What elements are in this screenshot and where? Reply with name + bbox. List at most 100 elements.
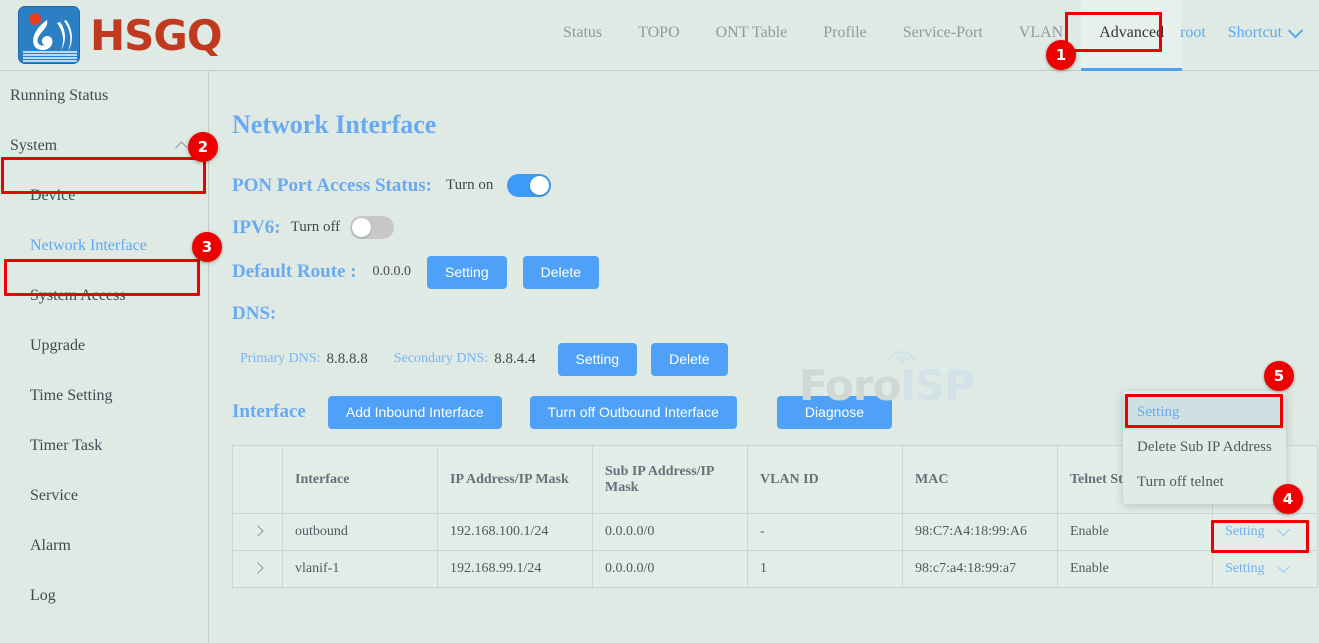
default-route-row: Default Route : 0.0.0.0 Setting Delete: [232, 256, 599, 289]
default-route-value: 0.0.0.0: [373, 264, 412, 280]
main-content: Network Interface PON Port Access Status…: [210, 71, 1319, 643]
annotation-badge-5: 5: [1264, 361, 1294, 391]
logo-swoosh-icon: [27, 19, 73, 53]
ipv6-state-text: Turn off: [291, 219, 341, 236]
pon-state-text: Turn on: [446, 177, 493, 194]
application-window: HSGQ Status TOPO ONT Table Profile Servi…: [0, 0, 1319, 643]
add-inbound-interface-button[interactable]: Add Inbound Interface: [328, 396, 502, 429]
cell-telnet-status: Enable: [1058, 551, 1213, 588]
table-col-expander: [233, 446, 283, 514]
sidebar-item-device[interactable]: Device: [0, 171, 208, 221]
sidebar-item-log[interactable]: Log: [0, 571, 208, 621]
annotation-badge-4: 4: [1273, 484, 1303, 514]
sidebar-item-system[interactable]: System: [0, 121, 208, 171]
toggle-knob-icon: [530, 176, 549, 195]
annotation-badge-3: 3: [192, 232, 222, 262]
dropdown-item-setting[interactable]: Setting: [1123, 395, 1286, 430]
cell-vlan-id: 1: [748, 551, 903, 588]
cell-actions[interactable]: Setting: [1213, 514, 1318, 551]
row-setting-dropdown-trigger[interactable]: Setting: [1225, 561, 1305, 577]
row-setting-label: Setting: [1225, 524, 1265, 540]
sidebar-item-timer-task[interactable]: Timer Task: [0, 421, 208, 471]
chevron-down-icon: [1277, 523, 1290, 536]
sidebar-item-service[interactable]: Service: [0, 471, 208, 521]
cell-vlan-id: -: [748, 514, 903, 551]
cell-ip-address: 192.168.99.1/24: [438, 551, 593, 588]
nav-item-profile[interactable]: Profile: [805, 0, 885, 71]
ipv6-label: IPV6:: [232, 217, 281, 239]
default-route-label: Default Route :: [232, 261, 357, 283]
turn-off-outbound-interface-button[interactable]: Turn off Outbound Interface: [530, 396, 737, 429]
nav-item-topo[interactable]: TOPO: [620, 0, 698, 71]
chevron-up-icon: [175, 141, 188, 154]
dropdown-item-delete-sub-ip-address[interactable]: Delete Sub IP Address: [1123, 430, 1286, 465]
watermark-signal-icon: [885, 343, 919, 363]
pon-port-access-status-row: PON Port Access Status: Turn on: [232, 174, 551, 197]
header-right-actions: root Shortcut: [1180, 24, 1301, 42]
diagnose-button[interactable]: Diagnose: [777, 396, 892, 429]
annotation-badge-2: 2: [188, 132, 218, 162]
nav-item-status[interactable]: Status: [545, 0, 620, 71]
default-route-setting-button[interactable]: Setting: [427, 256, 507, 289]
dns-row: Primary DNS: 8.8.8.8 Secondary DNS: 8.8.…: [240, 343, 728, 376]
cell-mac: 98:c7:a4:18:99:a7: [903, 551, 1058, 588]
cell-interface: outbound: [283, 514, 438, 551]
shortcut-label: Shortcut: [1228, 24, 1282, 42]
interface-actions-row: Interface Add Inbound Interface Turn off…: [232, 396, 892, 429]
table-col-mac: MAC: [903, 446, 1058, 514]
main-navigation: Status TOPO ONT Table Profile Service-Po…: [545, 0, 1182, 71]
brand-logo[interactable]: HSGQ: [18, 6, 222, 64]
sidebar-item-system-label: System: [10, 137, 57, 154]
cell-ip-address: 192.168.100.1/24: [438, 514, 593, 551]
hsgq-logo-icon: [18, 6, 80, 64]
top-header-bar: HSGQ Status TOPO ONT Table Profile Servi…: [0, 0, 1319, 71]
row-setting-label: Setting: [1225, 561, 1265, 577]
cell-sub-ip-address: 0.0.0.0/0: [593, 551, 748, 588]
page-title: Network Interface: [232, 110, 436, 140]
sidebar-item-system-access[interactable]: System Access: [0, 271, 208, 321]
toggle-knob-icon: [352, 218, 371, 237]
nav-item-service-port[interactable]: Service-Port: [885, 0, 1001, 71]
dns-delete-button[interactable]: Delete: [651, 343, 727, 376]
nav-item-ont-table[interactable]: ONT Table: [698, 0, 806, 71]
nav-item-advanced[interactable]: Advanced: [1081, 0, 1182, 71]
dropdown-item-turn-off-telnet[interactable]: Turn off telnet: [1123, 465, 1286, 500]
annotation-badge-1: 1: [1046, 40, 1076, 70]
table-col-interface: Interface: [283, 446, 438, 514]
ipv6-toggle-switch[interactable]: [350, 216, 394, 239]
cell-telnet-status: Enable: [1058, 514, 1213, 551]
chevron-down-icon: [1288, 22, 1304, 38]
table-row[interactable]: outbound 192.168.100.1/24 0.0.0.0/0 - 98…: [233, 514, 1318, 551]
table-col-ip-address: IP Address/IP Mask: [438, 446, 593, 514]
primary-dns-label: Primary DNS:: [240, 351, 321, 367]
user-menu-root[interactable]: root: [1180, 24, 1206, 42]
sidebar-navigation: Running Status System Device Network Int…: [0, 71, 209, 643]
table-col-vlan-id: VLAN ID: [748, 446, 903, 514]
table-col-sub-ip-address: Sub IP Address/IP Mask: [593, 446, 748, 514]
watermark-part2: ISP: [900, 361, 974, 410]
pon-label: PON Port Access Status:: [232, 175, 432, 197]
pon-toggle-switch[interactable]: [507, 174, 551, 197]
cell-actions[interactable]: Setting: [1213, 551, 1318, 588]
dns-label: DNS:: [232, 303, 276, 325]
sidebar-item-upgrade[interactable]: Upgrade: [0, 321, 208, 371]
row-action-dropdown-menu: Setting Delete Sub IP Address Turn off t…: [1123, 391, 1286, 504]
chevron-right-icon[interactable]: [252, 562, 263, 573]
interface-label: Interface: [232, 401, 306, 423]
default-route-delete-button[interactable]: Delete: [523, 256, 599, 289]
sidebar-item-running-status[interactable]: Running Status: [0, 71, 208, 121]
shortcut-menu[interactable]: Shortcut: [1228, 24, 1301, 42]
row-expander-cell[interactable]: [233, 514, 283, 551]
table-row[interactable]: vlanif-1 192.168.99.1/24 0.0.0.0/0 1 98:…: [233, 551, 1318, 588]
sidebar-item-network-interface[interactable]: Network Interface: [0, 221, 208, 271]
chevron-right-icon[interactable]: [252, 525, 263, 536]
secondary-dns-value: 8.8.4.4: [494, 351, 535, 368]
brand-name: HSGQ: [90, 15, 222, 57]
sidebar-item-alarm[interactable]: Alarm: [0, 521, 208, 571]
cell-interface: vlanif-1: [283, 551, 438, 588]
row-setting-dropdown-trigger[interactable]: Setting: [1225, 524, 1305, 540]
row-expander-cell[interactable]: [233, 551, 283, 588]
sidebar-item-time-setting[interactable]: Time Setting: [0, 371, 208, 421]
cell-sub-ip-address: 0.0.0.0/0: [593, 514, 748, 551]
dns-setting-button[interactable]: Setting: [558, 343, 638, 376]
